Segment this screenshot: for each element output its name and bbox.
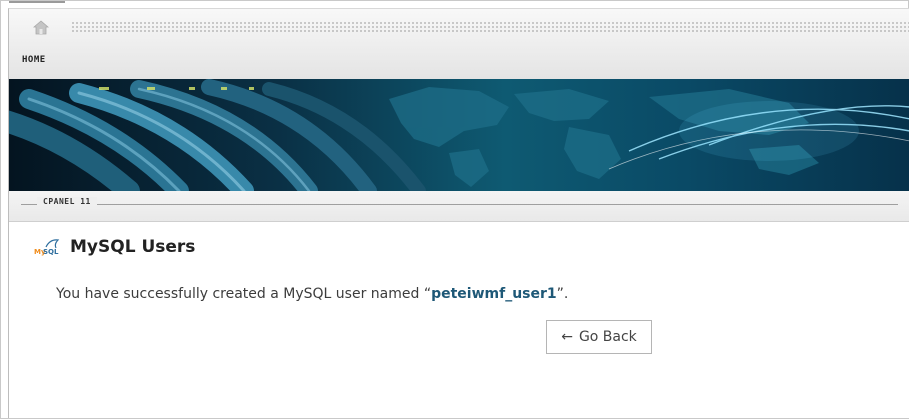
message-prefix: You have successfully created a MySQL us… <box>56 286 432 302</box>
home-icon[interactable] <box>32 20 50 36</box>
section-divider <box>21 204 898 205</box>
page-heading: My SQL MySQL Users <box>34 237 195 257</box>
svg-text:SQL: SQL <box>43 248 59 256</box>
go-back-button[interactable]: ← Go Back <box>546 320 652 354</box>
back-arrow-icon: ← <box>561 329 573 345</box>
page-title: MySQL Users <box>70 237 196 257</box>
go-back-label: Go Back <box>578 329 637 345</box>
section-header: CPANEL 11 <box>9 191 909 222</box>
created-username: peteiwmf_user1 <box>431 286 557 302</box>
cpanel-page: HOME CPANEL 11 <box>8 1 909 418</box>
message-suffix: ”. <box>556 286 569 302</box>
header-banner-image <box>9 79 909 191</box>
top-navigation: HOME <box>9 1 909 80</box>
success-message: You have successfully created a MySQL us… <box>56 286 568 302</box>
section-label: CPANEL 11 <box>37 197 97 206</box>
home-link[interactable]: HOME <box>22 55 46 65</box>
nav-dotted-strip <box>71 21 909 33</box>
home-tab-indicator <box>9 1 65 13</box>
mysql-logo-icon: My SQL <box>34 238 62 256</box>
